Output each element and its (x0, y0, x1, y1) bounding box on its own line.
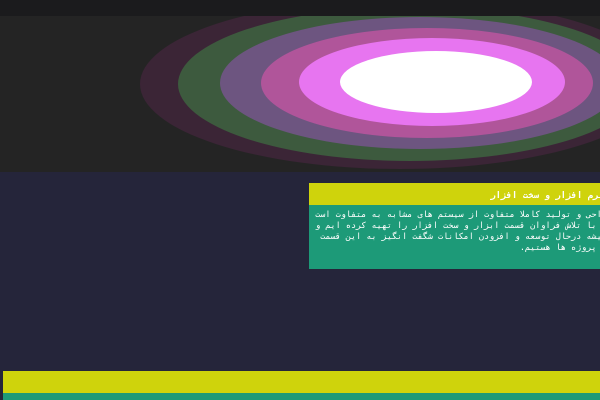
page: نرم افزار و سخت افزار طراحی و تولید کامل… (0, 0, 600, 400)
card-title: نرم افزار و سخت افزار (490, 191, 600, 201)
hero-banner (0, 16, 600, 172)
card-header: نرم افزار و سخت افزار (309, 183, 600, 205)
bottom-card (3, 371, 600, 400)
ellipse-center (340, 51, 532, 113)
bottom-card-body (3, 393, 600, 400)
concentric-ellipses-graphic (140, 16, 600, 169)
bottom-card-header (3, 371, 600, 393)
card-body-text: طراحی و تولید کاملا متفاوت از سیستم های … (315, 210, 600, 253)
software-hardware-card: نرم افزار و سخت افزار طراحی و تولید کامل… (309, 183, 600, 269)
top-bar (0, 0, 600, 16)
